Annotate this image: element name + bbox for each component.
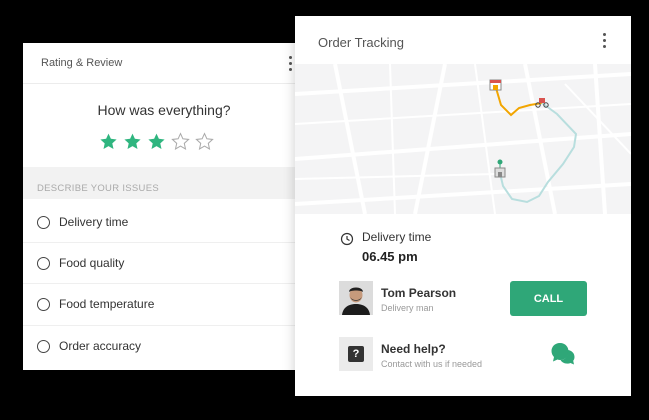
- help-icon-box: ?: [339, 337, 373, 371]
- clock-icon: [340, 232, 354, 246]
- radio-button[interactable]: [37, 256, 50, 270]
- rating-review-card: Rating & Review How was everything? DESC…: [23, 43, 305, 370]
- star-icon-1[interactable]: [99, 132, 118, 151]
- tracking-map[interactable]: [295, 64, 631, 214]
- issue-option-order-accuracy[interactable]: Order accuracy: [37, 336, 297, 356]
- star-icon-2[interactable]: [123, 132, 142, 151]
- courier-role: Delivery man: [381, 303, 434, 313]
- courier-name: Tom Pearson: [381, 286, 457, 300]
- issue-option-food-quality[interactable]: Food quality: [37, 253, 297, 273]
- star-icon-5[interactable]: [195, 132, 214, 151]
- radio-button[interactable]: [37, 339, 50, 353]
- restaurant-marker-icon: [489, 79, 502, 91]
- order-title: Order Tracking: [318, 35, 404, 50]
- star-icon-4[interactable]: [171, 132, 190, 151]
- star-rating[interactable]: [99, 132, 214, 151]
- question-icon: ?: [348, 346, 364, 362]
- delivery-time-value: 06.45 pm: [362, 249, 418, 264]
- rating-question: How was everything?: [97, 102, 231, 118]
- issue-label: Delivery time: [59, 215, 129, 229]
- map-graphic: [295, 64, 631, 214]
- rating-header: Rating & Review: [23, 43, 305, 84]
- radio-button[interactable]: [37, 215, 50, 229]
- delivery-time-label: Delivery time: [362, 230, 432, 244]
- issue-option-food-temperature[interactable]: Food temperature: [37, 294, 297, 314]
- divider: [23, 242, 305, 243]
- more-options-icon[interactable]: [603, 33, 607, 51]
- divider: [23, 325, 305, 326]
- order-header: Order Tracking: [295, 16, 631, 65]
- issue-label: Food quality: [59, 256, 125, 270]
- help-title: Need help?: [381, 342, 446, 356]
- section-label: DESCRIBE YOUR ISSUES: [37, 183, 159, 194]
- chat-icon[interactable]: [550, 340, 576, 366]
- star-icon-3[interactable]: [147, 132, 166, 151]
- issue-label: Food temperature: [59, 297, 155, 311]
- order-tracking-card: Order Tracking Delivery time 06.45 pm To…: [295, 16, 631, 396]
- rating-title: Rating & Review: [41, 57, 123, 69]
- help-subtitle: Contact with us if needed: [381, 359, 483, 369]
- avatar: [339, 281, 373, 315]
- issue-option-delivery-time[interactable]: Delivery time: [37, 212, 297, 232]
- more-options-icon[interactable]: [289, 56, 293, 74]
- issue-label: Order accuracy: [59, 339, 142, 353]
- divider: [23, 283, 305, 284]
- radio-button[interactable]: [37, 297, 50, 311]
- call-button[interactable]: CALL: [510, 281, 587, 316]
